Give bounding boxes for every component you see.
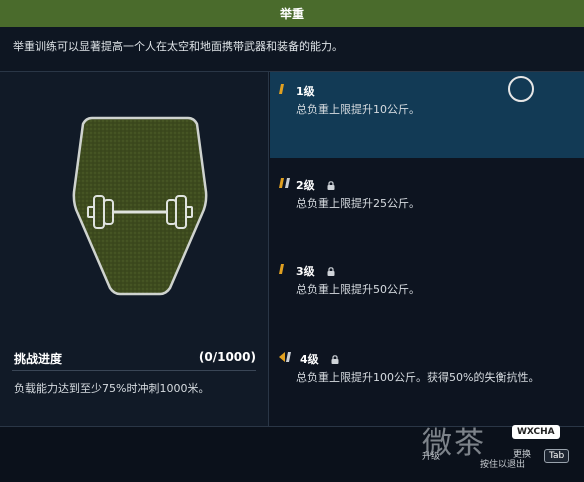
challenge-progress: (0/1000) (198, 350, 256, 364)
divider (12, 370, 256, 371)
lock-icon (327, 266, 335, 276)
level-item-1[interactable]: 1级 总负重上限提升10公斤。 (270, 72, 584, 158)
watermark-text: 微茶 (422, 426, 486, 461)
switch-hint[interactable]: 更换 (513, 447, 531, 460)
dumbbell-hexagon-icon (72, 116, 208, 296)
skill-description: 举重训练可以显著提高一个人在太空和地面携带武器和装备的能力。 (0, 27, 584, 72)
tab-key[interactable]: Tab (544, 449, 570, 463)
cursor-ring-icon[interactable] (508, 76, 534, 102)
tier-bars-icon (279, 178, 290, 188)
level-name: 3级 (296, 265, 315, 278)
footer-bar: 升级 按住以退出 更换 Tab (0, 426, 584, 482)
window-title: 举重 (279, 7, 304, 21)
level-item-3[interactable]: 3级 总负重上限提升50公斤。 (270, 252, 584, 338)
level-item-4[interactable]: 4级 总负重上限提升100公斤。获得50%的失衡抗性。 (270, 340, 584, 426)
tier-bars-icon (279, 264, 284, 274)
level-list: 1级 总负重上限提升10公斤。 2级 总负重上限提升25公斤。 3级 总负重上限… (270, 72, 584, 426)
challenge-description: 负载能力达到至少75%时冲刺1000米。 (14, 382, 210, 395)
lock-icon (327, 180, 335, 190)
level-item-2[interactable]: 2级 总负重上限提升25公斤。 (270, 166, 584, 252)
level-effect: 总负重上限提升10公斤。 (296, 103, 420, 116)
tier-bars-icon (279, 352, 291, 362)
level-name: 4级 (300, 353, 319, 366)
level-effect: 总负重上限提升50公斤。 (296, 283, 420, 296)
level-effect: 总负重上限提升25公斤。 (296, 197, 420, 210)
skill-detail-panel: 挑战进度 (0/1000) 负载能力达到至少75%时冲刺1000米。 (0, 72, 269, 426)
window-title-bar: 举重 (0, 0, 584, 27)
lock-icon (331, 354, 339, 364)
level-name: 2级 (296, 179, 315, 192)
level-effect: 总负重上限提升100公斤。获得50%的失衡抗性。 (296, 371, 540, 384)
level-name: 1级 (296, 85, 315, 98)
watermark-badge: WXCHA (512, 425, 560, 439)
tier-bars-icon (279, 84, 284, 94)
challenge-title: 挑战进度 (14, 352, 63, 366)
